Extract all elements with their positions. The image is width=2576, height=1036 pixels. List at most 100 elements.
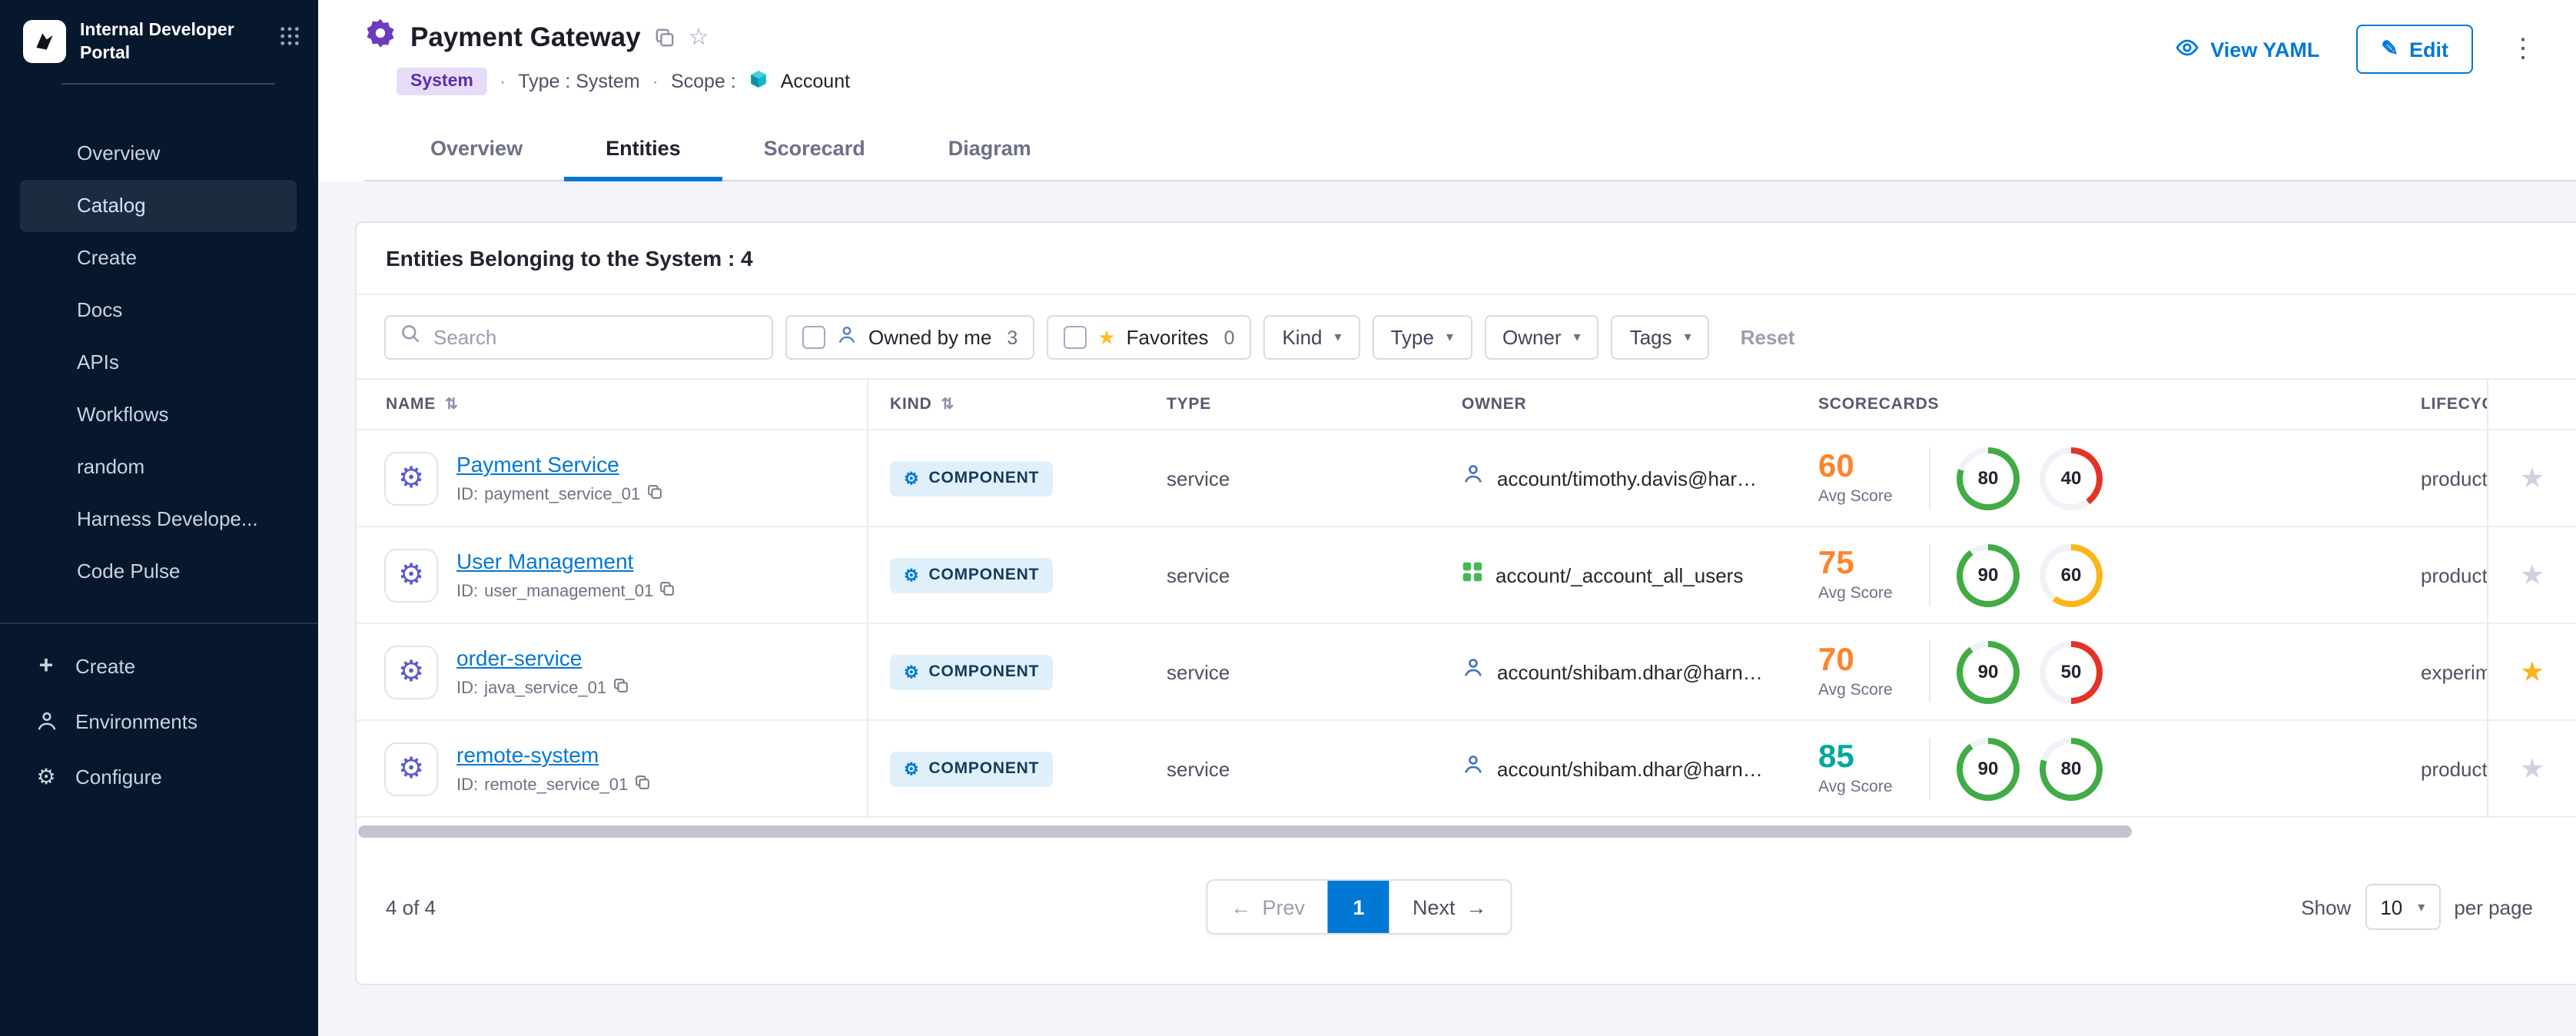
sort-icon[interactable]: ⇅ — [445, 396, 459, 413]
owned-by-me-checkbox[interactable] — [802, 326, 825, 349]
entity-gear-icon: ⚙ — [384, 548, 438, 602]
type-dropdown[interactable]: Type ▾ — [1373, 315, 1472, 360]
entity-name-block: order-service ID: java_service_01 — [456, 646, 628, 698]
sidebar-item-create[interactable]: Create — [20, 232, 297, 284]
avg-score: 85 Avg Score — [1818, 741, 1917, 796]
id-value: payment_service_01 — [484, 485, 640, 503]
copy-icon[interactable] — [659, 581, 675, 601]
id-prefix: ID: — [456, 679, 478, 697]
kind-dropdown[interactable]: Kind ▾ — [1263, 315, 1359, 360]
score-gauges: 90 60 — [1957, 543, 2103, 606]
kind-cell: ⚙COMPONENT — [868, 721, 1145, 816]
entity-gear-icon: ⚙ — [384, 645, 438, 699]
harness-logo-icon[interactable] — [23, 20, 66, 63]
user-icon — [1462, 753, 1485, 784]
reset-button[interactable]: Reset — [1741, 326, 1795, 349]
entity-id: ID: payment_service_01 — [456, 484, 662, 504]
favorite-star-icon[interactable]: ★ — [2520, 462, 2544, 494]
sidebar-item-environments[interactable]: Environments — [0, 695, 318, 750]
table-row: ⚙ order-service ID: java_service_01 — [357, 624, 2487, 721]
favorite-star-icon[interactable]: ★ — [2520, 752, 2544, 785]
entity-link[interactable]: order-service — [456, 646, 582, 670]
pager: ← Prev 1 Next → — [1206, 879, 1511, 935]
sidebar-item-catalog[interactable]: Catalog — [20, 180, 297, 232]
tab-diagram[interactable]: Diagram — [907, 115, 1073, 180]
kebab-menu-icon[interactable]: ⋮ — [2510, 34, 2536, 65]
name-cell: ⚙ order-service ID: java_service_01 — [357, 624, 868, 719]
scorecards-cell: 85 Avg Score 90 80 — [1797, 721, 2399, 816]
copy-icon[interactable] — [655, 27, 675, 47]
entity-id: ID: user_management_01 — [456, 581, 675, 601]
copy-icon[interactable] — [612, 678, 628, 698]
sidebar-item-apis[interactable]: APIs — [20, 337, 297, 389]
owned-by-me-filter[interactable]: Owned by me 3 — [785, 315, 1034, 360]
favorite-star-icon[interactable]: ★ — [2520, 656, 2544, 688]
entity-name-block: remote-system ID: remote_service_01 — [456, 742, 649, 795]
header-actions: View YAML ✎ Edit ⋮ — [2175, 25, 2536, 74]
favorite-star-icon[interactable]: ★ — [2520, 559, 2544, 591]
app-window: Internal Developer Portal Overview Catal… — [0, 0, 2576, 1036]
prev-page-button[interactable]: ← Prev — [1207, 881, 1328, 933]
type-text: Type : System — [518, 71, 639, 92]
view-yaml-button[interactable]: View YAML — [2175, 35, 2319, 64]
sidebar-item-code-pulse[interactable]: Code Pulse — [20, 546, 297, 598]
entity-id: ID: java_service_01 — [456, 678, 628, 698]
search-icon — [400, 323, 421, 352]
name-cell: ⚙ Payment Service ID: payment_service_01 — [357, 430, 868, 526]
entity-link[interactable]: remote-system — [456, 742, 599, 767]
kind-cell: ⚙COMPONENT — [868, 430, 1145, 526]
favorites-checkbox[interactable] — [1064, 326, 1087, 349]
kind-dropdown-label: Kind — [1282, 326, 1322, 349]
sidebar-item-overview[interactable]: Overview — [20, 128, 297, 180]
horizontal-scrollbar[interactable] — [358, 825, 2133, 838]
column-header-lifecycle: LIFECYCLE — [2399, 380, 2487, 429]
kind-cell: ⚙COMPONENT — [868, 527, 1145, 623]
sidebar-item-harness-developer[interactable]: Harness Develope... — [20, 493, 297, 546]
page-size-select[interactable]: 10 ▾ — [2365, 884, 2440, 930]
tab-overview[interactable]: Overview — [389, 115, 564, 180]
avg-score: 70 Avg Score — [1818, 644, 1917, 699]
search-input[interactable] — [433, 326, 758, 349]
favorite-star-icon[interactable]: ☆ — [689, 23, 709, 51]
kind-badge: ⚙COMPONENT — [890, 557, 1053, 593]
lifecycle-cell: production — [2399, 527, 2487, 623]
sidebar-item-create-new[interactable]: + Create — [0, 639, 318, 695]
system-entity-icon — [364, 17, 397, 57]
id-value: remote_service_01 — [484, 775, 628, 794]
kind-badge: ⚙COMPONENT — [890, 751, 1053, 786]
sidebar-item-docs[interactable]: Docs — [20, 284, 297, 337]
apps-grid-icon[interactable] — [280, 26, 300, 51]
copy-icon[interactable] — [646, 484, 662, 504]
gear-icon: ⚙ — [904, 468, 920, 488]
user-icon — [1462, 656, 1485, 687]
page-header: Payment Gateway ☆ System · Type : System… — [318, 0, 2576, 181]
entity-link[interactable]: User Management — [456, 549, 633, 573]
page-number-button[interactable]: 1 — [1328, 881, 1389, 933]
copy-icon[interactable] — [634, 775, 649, 795]
type-cell: service — [1145, 430, 1440, 526]
column-header-name[interactable]: NAME⇅ — [357, 380, 868, 429]
column-header-kind[interactable]: KIND⇅ — [868, 380, 1145, 429]
user-group-icon — [1462, 560, 1483, 589]
sidebar-item-configure[interactable]: ⚙ Configure — [0, 750, 318, 805]
avg-score: 60 Avg Score — [1818, 450, 1917, 506]
star-icon: ★ — [1097, 325, 1115, 350]
entity-link[interactable]: Payment Service — [456, 452, 619, 476]
tags-dropdown-label: Tags — [1630, 326, 1672, 349]
scorecards-cell: 70 Avg Score 90 50 — [1797, 624, 2399, 719]
next-page-button[interactable]: Next → — [1389, 881, 1510, 933]
sidebar-item-workflows[interactable]: Workflows — [20, 389, 297, 441]
favorites-filter[interactable]: ★ Favorites 0 — [1047, 315, 1251, 360]
tab-scorecard[interactable]: Scorecard — [722, 115, 907, 180]
owner-dropdown[interactable]: Owner ▾ — [1484, 315, 1599, 360]
edit-button[interactable]: ✎ Edit — [2356, 25, 2473, 74]
sort-icon[interactable]: ⇅ — [941, 396, 955, 413]
favorites-label: Favorites — [1127, 326, 1209, 349]
dot-separator: · — [652, 71, 659, 92]
gear-icon: ⚙ — [904, 759, 920, 779]
tags-dropdown[interactable]: Tags ▾ — [1612, 315, 1710, 360]
tab-entities[interactable]: Entities — [564, 115, 722, 180]
sidebar-item-random[interactable]: random — [20, 441, 297, 493]
gear-icon: ⚙ — [904, 662, 920, 682]
divider — [1929, 641, 1930, 702]
